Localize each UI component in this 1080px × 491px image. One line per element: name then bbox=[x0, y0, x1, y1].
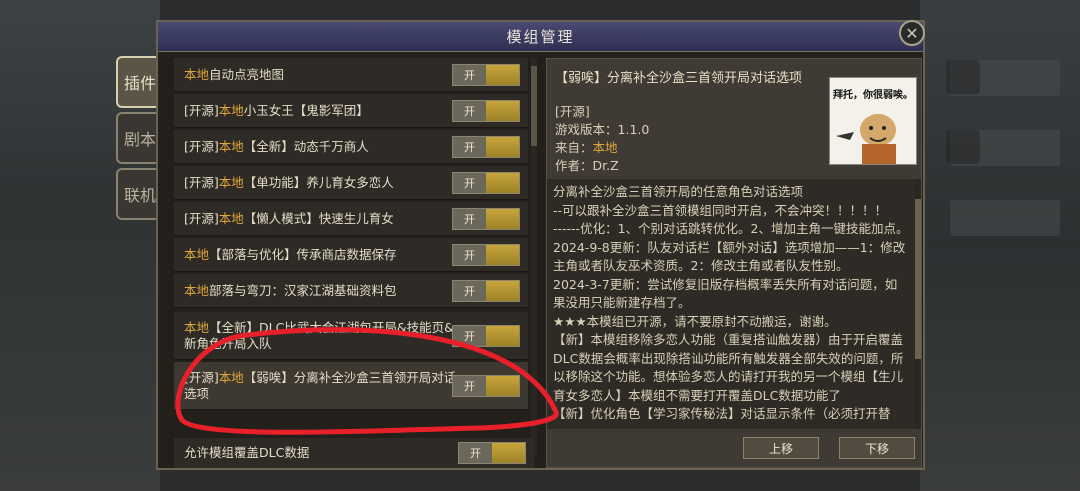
mod-name: [开源]本地【全新】动态千万商人 bbox=[184, 138, 369, 154]
mod-toggle[interactable]: 开 bbox=[452, 207, 520, 230]
mod-toggle[interactable]: 开 bbox=[452, 374, 520, 397]
mod-row-selected[interactable]: [开源]本地【弱唉】分离补全沙盒三首领开局对话选项 开 bbox=[174, 362, 528, 410]
description-scrollbar[interactable] bbox=[915, 179, 921, 429]
allow-dlc-override-label: 允许模组覆盖DLC数据 bbox=[184, 445, 310, 460]
mod-row[interactable]: [开源]本地小玉女王【鬼影军团】 开 bbox=[174, 94, 528, 128]
allow-dlc-override-row: 允许模组覆盖DLC数据 开 bbox=[174, 438, 534, 468]
mod-source: 来自：本地 bbox=[555, 140, 618, 155]
mod-name: 本地【部落与优化】传承商店数据保存 bbox=[184, 246, 397, 262]
mod-tag: [开源] bbox=[555, 104, 590, 119]
mod-toggle[interactable]: 开 bbox=[452, 63, 520, 86]
mod-version: 游戏版本：1.1.0 bbox=[555, 122, 650, 137]
dialog-title: 模组管理 bbox=[158, 22, 923, 52]
mod-toggle[interactable]: 开 bbox=[452, 99, 520, 122]
mod-name: [开源]本地【弱唉】分离补全沙盒三首领开局对话选项 bbox=[184, 369, 457, 401]
mod-row[interactable]: 本地部落与弯刀：汉家江湖基础资料包 开 bbox=[174, 274, 528, 308]
mod-name: [开源]本地小玉女王【鬼影军团】 bbox=[184, 102, 369, 118]
mod-name: 本地自动点亮地图 bbox=[184, 66, 285, 82]
move-down-button[interactable]: 下移 bbox=[839, 437, 915, 459]
mod-detail-panel: 【弱唉】分离补全沙盒三首领开局对话选项 拜托，你很弱唉。 [开源] 游戏版本：1… bbox=[546, 58, 922, 468]
mod-toggle[interactable]: 开 bbox=[452, 171, 520, 194]
mod-author: 作者：Dr.Z bbox=[555, 158, 619, 173]
close-icon: ✕ bbox=[905, 23, 919, 43]
background-right bbox=[920, 0, 1080, 491]
mod-name: [开源]本地【懒人模式】快速生儿育女 bbox=[184, 210, 394, 226]
mod-name: [开源]本地【单功能】养儿育女多恋人 bbox=[184, 174, 394, 190]
list-scrollbar[interactable] bbox=[531, 58, 537, 458]
mod-row[interactable]: 本地自动点亮地图 开 bbox=[174, 58, 528, 92]
mod-row[interactable]: [开源]本地【全新】动态千万商人 开 bbox=[174, 130, 528, 164]
mod-toggle[interactable]: 开 bbox=[452, 243, 520, 266]
move-up-button[interactable]: 上移 bbox=[743, 437, 819, 459]
meme-face-icon bbox=[836, 114, 896, 164]
mod-row[interactable]: 本地【部落与优化】传承商店数据保存 开 bbox=[174, 238, 528, 272]
mod-meta: [开源] 游戏版本：1.1.0 来自：本地 作者：Dr.Z bbox=[555, 103, 649, 175]
mod-row[interactable]: [开源]本地【单功能】养儿育女多恋人 开 bbox=[174, 166, 528, 200]
close-button[interactable]: ✕ bbox=[899, 20, 925, 46]
mod-toggle[interactable]: 开 bbox=[452, 279, 520, 302]
mod-manager-dialog: 模组管理 ✕ 本地自动点亮地图 开 [开源]本地小玉女王【鬼影军团】 开 [开源… bbox=[156, 20, 925, 470]
mod-row[interactable]: 本地【全新】DLC比武大会江湖包开局&技能页&新角色开局入队 开 bbox=[174, 312, 528, 360]
allow-dlc-override-toggle[interactable]: 开 bbox=[458, 442, 526, 464]
mod-row[interactable]: [开源]本地【懒人模式】快速生儿育女 开 bbox=[174, 202, 528, 236]
detail-title: 【弱唉】分离补全沙盒三首领开局对话选项 bbox=[555, 71, 803, 86]
mod-name: 本地【全新】DLC比武大会江湖包开局&技能页&新角色开局入队 bbox=[184, 319, 454, 351]
mod-description[interactable]: 分离补全沙盒三首领开局的任意角色对话选项 --可以跟补全沙盒三首领模组同时开启，… bbox=[547, 179, 917, 429]
mod-thumbnail: 拜托，你很弱唉。 bbox=[829, 77, 917, 165]
mod-toggle[interactable]: 开 bbox=[452, 324, 520, 347]
mod-name: 本地部落与弯刀：汉家江湖基础资料包 bbox=[184, 282, 397, 298]
mod-list: 本地自动点亮地图 开 [开源]本地小玉女王【鬼影军团】 开 [开源]本地【全新】… bbox=[174, 58, 541, 458]
mod-toggle[interactable]: 开 bbox=[452, 135, 520, 158]
